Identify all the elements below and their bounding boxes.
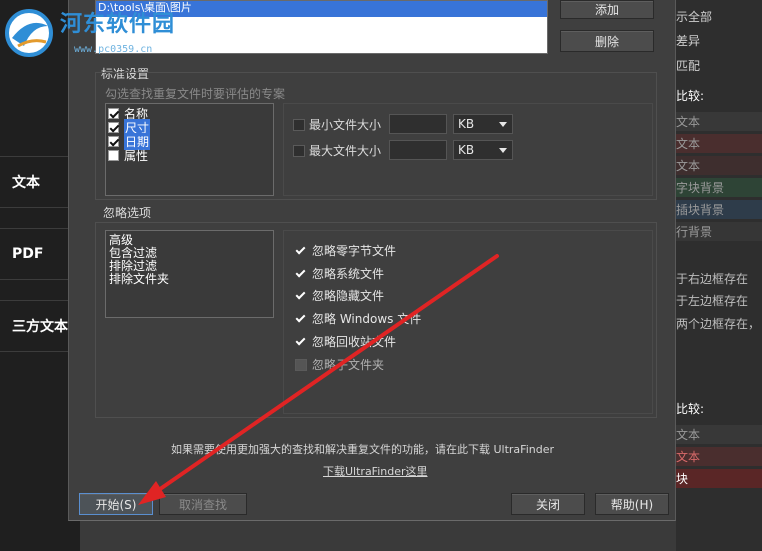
watermark-title: 河东软件园 bbox=[60, 12, 176, 37]
check-icon[interactable] bbox=[295, 313, 307, 325]
min-size-row: 最小文件大小 bbox=[293, 116, 381, 133]
watermark-url: www.pc0359.cn bbox=[74, 44, 153, 55]
right-row-insert-bg[interactable]: 插块背景 bbox=[676, 200, 762, 219]
right-text-right-exists: 于右边框存在 bbox=[676, 272, 749, 286]
standard-settings-hint: 勾选查找重复文件时要评估的专案 bbox=[105, 87, 286, 101]
right-row2-block[interactable]: 块 bbox=[676, 469, 762, 488]
right-row-label: 字块背景 bbox=[676, 181, 725, 195]
ignore-windows-files-option[interactable]: 忽略 Windows 文件 bbox=[295, 310, 421, 327]
right-row-text-2[interactable]: 文本 bbox=[676, 134, 762, 153]
right-heading-compare: 比较: bbox=[676, 89, 705, 103]
left-item-text-label: 文本 bbox=[12, 175, 40, 191]
ignore-option-label: 忽略 Windows 文件 bbox=[312, 312, 422, 326]
ultrafinder-download-link[interactable]: 下载UltraFinder这里 bbox=[323, 463, 428, 479]
right-heading-compare-2: 比较: bbox=[676, 402, 705, 416]
max-size-label: 最大文件大小 bbox=[309, 144, 382, 158]
advanced-list-item[interactable]: 排除文件夹 bbox=[106, 273, 273, 286]
ignore-system-files-option[interactable]: 忽略系统文件 bbox=[295, 265, 384, 282]
right-row-text-3[interactable]: 文本 bbox=[676, 156, 762, 175]
ignore-options-title: 忽略选项 bbox=[103, 206, 152, 220]
criteria-checkbox-icon[interactable] bbox=[108, 121, 119, 133]
right-row-label: 插块背景 bbox=[676, 203, 725, 217]
start-button[interactable]: 开始(S) bbox=[79, 493, 153, 515]
check-icon[interactable] bbox=[295, 245, 307, 257]
delete-button[interactable]: 删除 bbox=[560, 30, 654, 52]
ultrafinder-info-text: 如果需要使用更加强大的查找和解决重复文件的功能，请在此下载 UltraFinde… bbox=[171, 443, 555, 456]
add-button[interactable]: 添加 bbox=[560, 0, 654, 19]
right-row-label: 行背景 bbox=[676, 225, 713, 239]
watermark: 河东软件园 www.pc0359.cn bbox=[0, 0, 200, 62]
right-text-both-exist: 两个边框存在， bbox=[676, 317, 761, 331]
ignore-subfolders-option[interactable]: 忽略子文件夹 bbox=[295, 356, 384, 373]
left-item-pdf-label: PDF bbox=[12, 246, 44, 262]
advanced-options-list[interactable]: 高级 包含过滤 排除过滤 排除文件夹 bbox=[105, 230, 274, 318]
right-row2-text-1[interactable]: 文本 bbox=[676, 425, 762, 444]
right-text-show-all[interactable]: 示全部 bbox=[676, 8, 712, 25]
criteria-label: 属性 bbox=[124, 148, 149, 163]
criteria-checkbox-icon[interactable] bbox=[108, 107, 119, 119]
ignore-hidden-files-option[interactable]: 忽略隐藏文件 bbox=[295, 287, 384, 304]
right-text-diff[interactable]: 差异 bbox=[676, 32, 700, 49]
right-row-line-bg[interactable]: 行背景 bbox=[676, 222, 762, 241]
max-size-unit-value: KB bbox=[458, 143, 475, 157]
ignore-option-label: 忽略系统文件 bbox=[312, 267, 385, 281]
min-size-unit-value: KB bbox=[458, 117, 475, 131]
check-icon[interactable] bbox=[295, 290, 307, 302]
criteria-checkbox-icon[interactable] bbox=[108, 149, 119, 161]
help-button[interactable]: 帮助(H) bbox=[595, 493, 669, 515]
max-size-row: 最大文件大小 bbox=[293, 142, 381, 159]
ignore-zero-byte-option[interactable]: 忽略零字节文件 bbox=[295, 242, 396, 259]
criteria-checkbox-icon[interactable] bbox=[108, 135, 119, 147]
right-row-text-1[interactable]: 文本 bbox=[676, 112, 762, 131]
find-duplicates-dialog: D:\tools\桌面\图片 添加 删除 标准设置 勾选查找重复文件时要评估的专… bbox=[68, 0, 676, 521]
right-row-label: 文本 bbox=[676, 115, 701, 129]
right-row-char-bg[interactable]: 字块背景 bbox=[676, 178, 762, 197]
ignore-option-label: 忽略子文件夹 bbox=[312, 358, 385, 372]
min-size-checkbox[interactable] bbox=[293, 118, 305, 131]
check-icon[interactable] bbox=[295, 336, 307, 348]
right-text-left-exists: 于左边框存在 bbox=[676, 294, 749, 308]
right-row-label: 文本 bbox=[676, 137, 701, 151]
chevron-down-icon bbox=[499, 148, 507, 153]
ignore-option-label: 忽略零字节文件 bbox=[312, 244, 397, 258]
right-row-label: 文本 bbox=[676, 450, 701, 464]
ignore-recycle-bin-option[interactable]: 忽略回收站文件 bbox=[295, 333, 396, 350]
check-icon[interactable] bbox=[295, 268, 307, 280]
min-size-input[interactable] bbox=[389, 114, 447, 134]
max-size-checkbox[interactable] bbox=[293, 144, 305, 157]
right-row-label: 文本 bbox=[676, 159, 701, 173]
watermark-logo-icon bbox=[5, 9, 53, 57]
chevron-down-icon bbox=[499, 122, 507, 127]
max-size-input[interactable] bbox=[389, 140, 447, 160]
right-options-panel: 示全部 差异 匹配 比较: 文本 文本 文本 字块背景 插块背景 行背景 于右边… bbox=[676, 0, 762, 551]
min-size-label: 最小文件大小 bbox=[309, 118, 382, 132]
ignore-option-label: 忽略隐藏文件 bbox=[312, 289, 385, 303]
left-item-three-way-label: 三方文本 bbox=[12, 319, 68, 335]
checkbox-icon[interactable] bbox=[295, 358, 307, 371]
close-button[interactable]: 关闭 bbox=[511, 493, 585, 515]
right-row2-text-2[interactable]: 文本 bbox=[676, 447, 762, 466]
right-row-label: 块 bbox=[676, 472, 689, 486]
cancel-search-button[interactable]: 取消查找 bbox=[159, 493, 247, 515]
min-size-unit-select[interactable]: KB bbox=[453, 114, 513, 134]
right-text-match[interactable]: 匹配 bbox=[676, 57, 700, 74]
criteria-item-attribute[interactable]: 属性 bbox=[106, 148, 273, 163]
max-size-unit-select[interactable]: KB bbox=[453, 140, 513, 160]
criteria-list[interactable]: 名称 尺寸 日期 属性 bbox=[105, 103, 274, 196]
right-row-label: 文本 bbox=[676, 428, 701, 442]
ignore-option-label: 忽略回收站文件 bbox=[312, 335, 397, 349]
